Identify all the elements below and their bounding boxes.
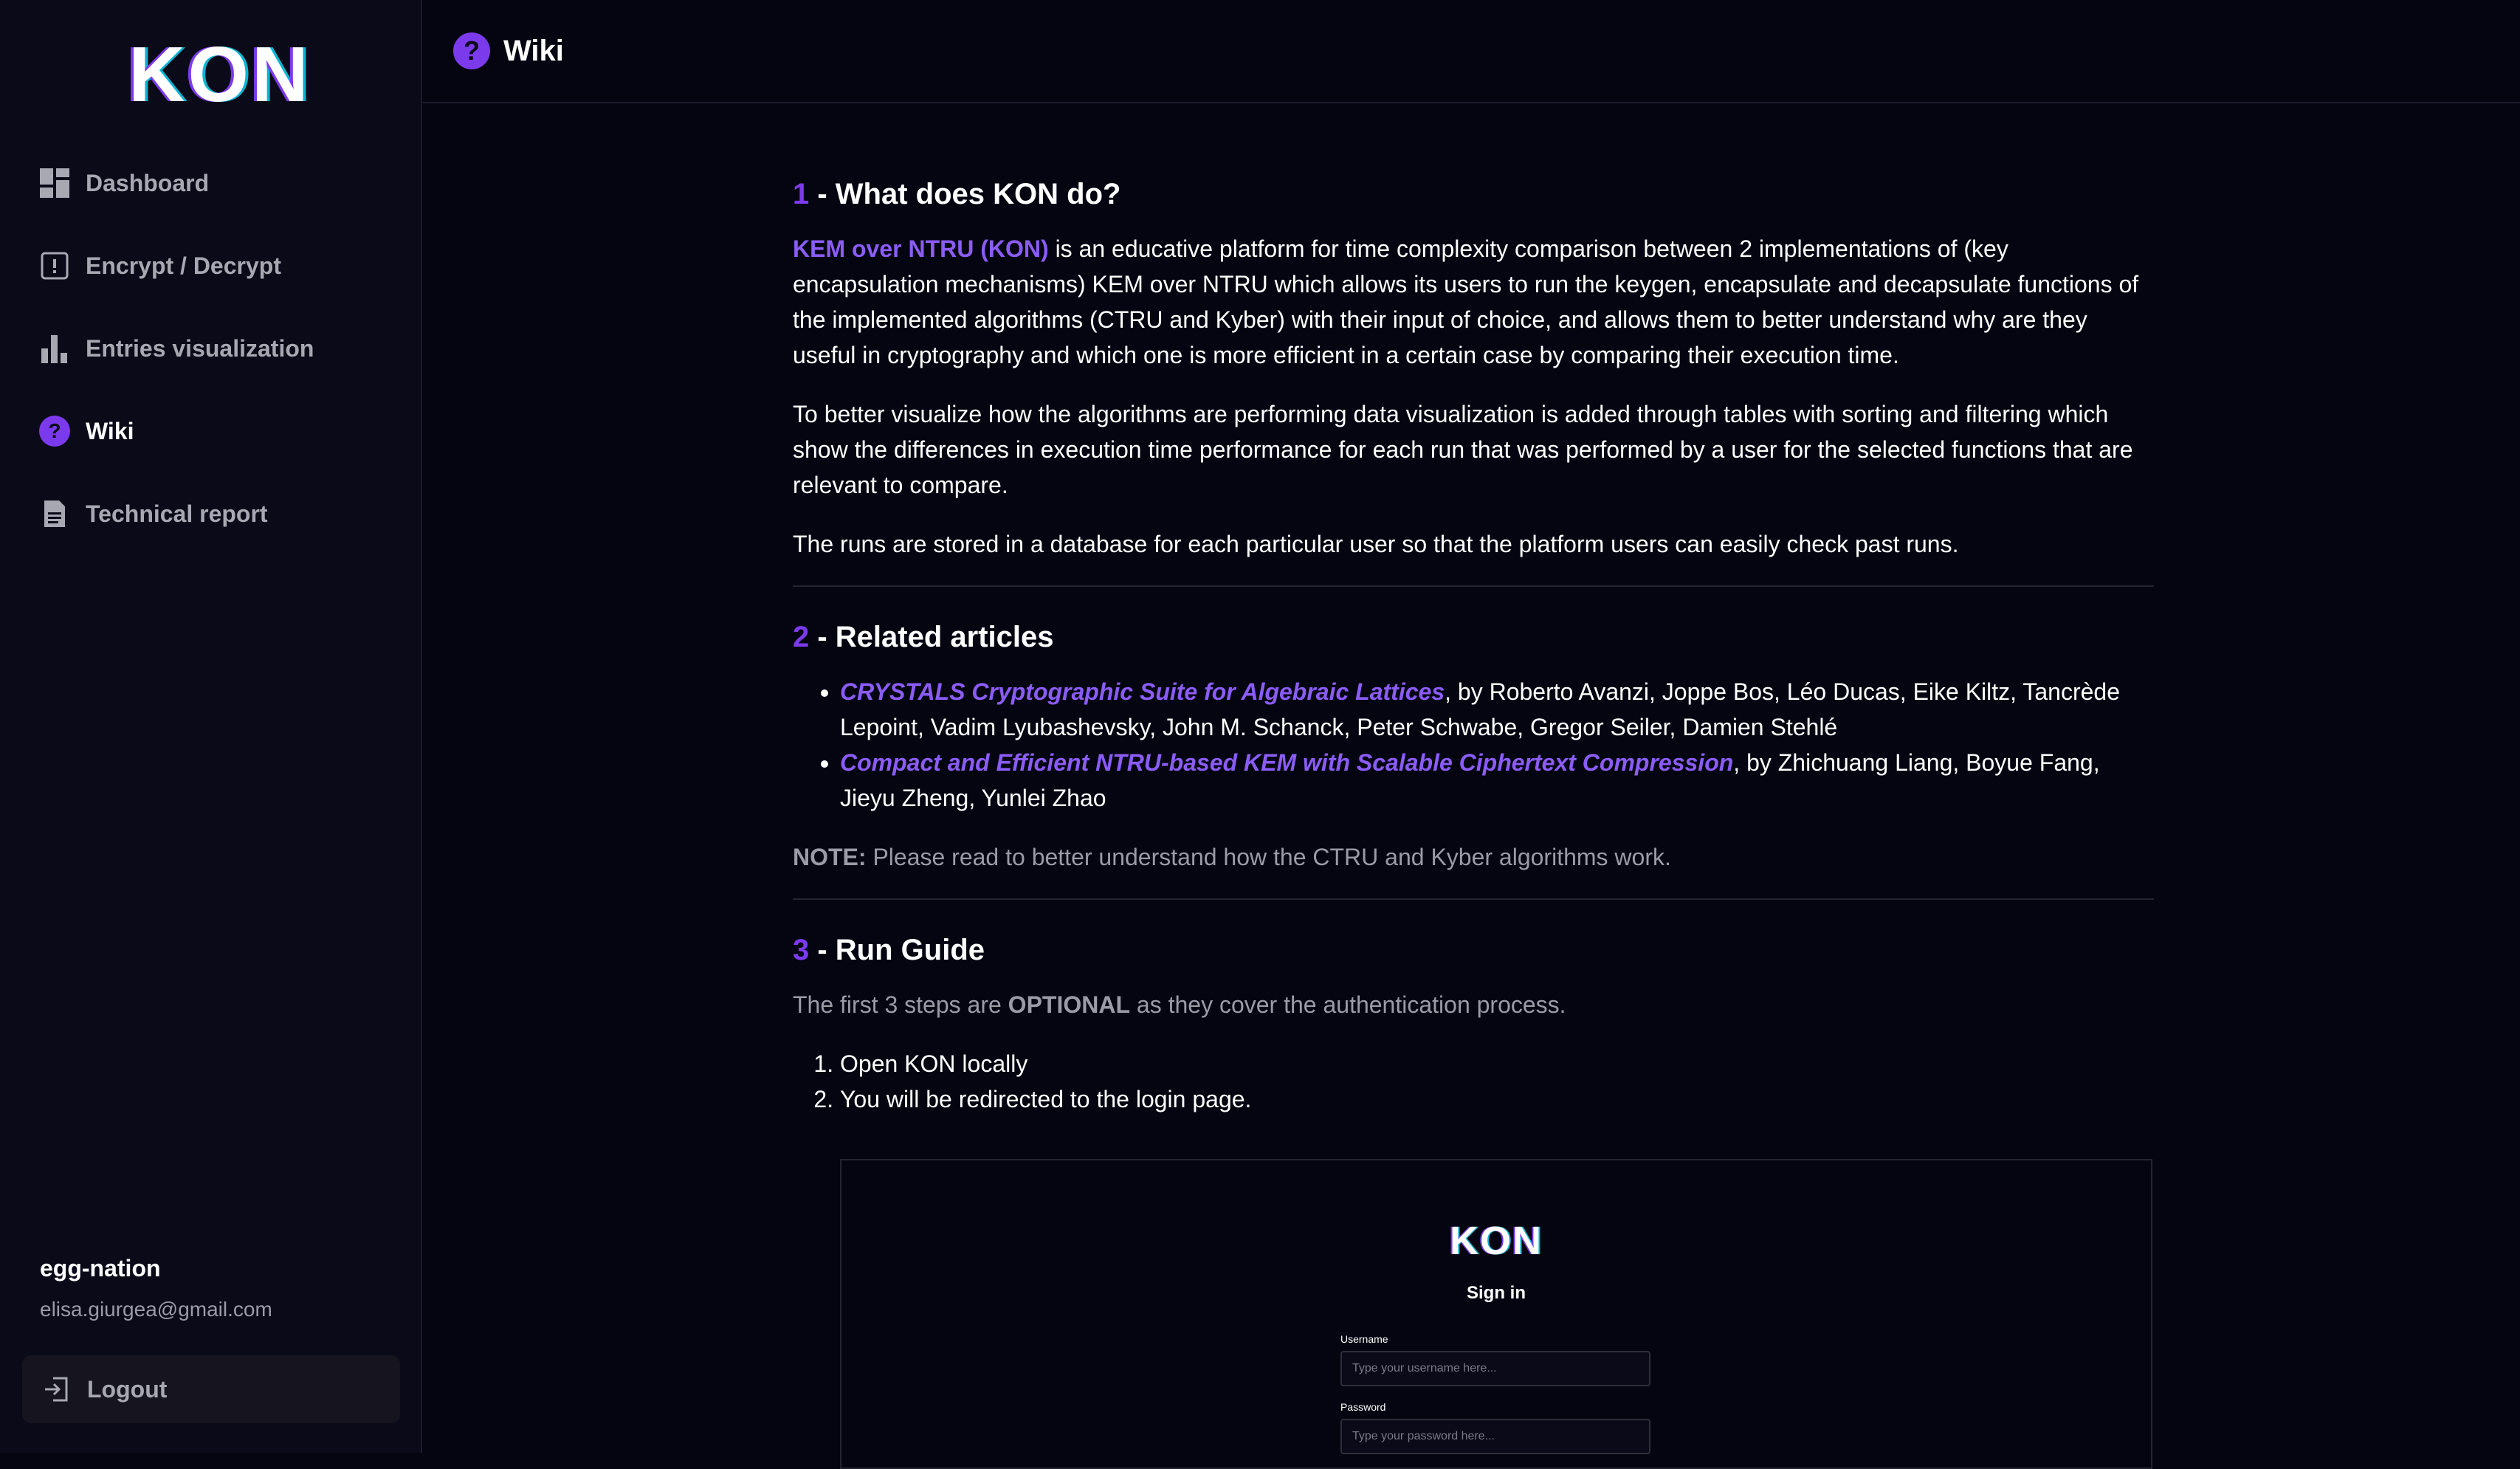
sidebar-item-label: Encrypt / Decrypt: [86, 252, 281, 279]
list-item: Open KON locally: [840, 1046, 2154, 1081]
preview-logo: KON: [1450, 1219, 1543, 1263]
divider: [793, 585, 2154, 587]
login-page-screenshot: KON Sign in Username Type your username …: [840, 1159, 2152, 1469]
sidebar-item-dashboard[interactable]: Dashboard: [38, 159, 209, 207]
logout-button[interactable]: Logout: [22, 1355, 400, 1423]
articles-list: CRYSTALS Cryptographic Suite for Algebra…: [793, 674, 2154, 816]
list-item: CRYSTALS Cryptographic Suite for Algebra…: [840, 674, 2154, 745]
app-logo[interactable]: KON: [128, 35, 311, 114]
question-circle-icon: ?: [38, 415, 71, 447]
bar-chart-icon: [38, 332, 71, 365]
preview-password-field: Type your password here...: [1340, 1419, 1650, 1454]
sidebar-item-encrypt-decrypt[interactable]: Encrypt / Decrypt: [38, 242, 281, 289]
wiki-content: 1 - What does KON do? KEM over NTRU (KON…: [793, 173, 2154, 1141]
document-icon: [38, 498, 71, 530]
sidebar: KON Dashboard Encrypt / Decrypt Entries …: [0, 0, 422, 1453]
sidebar-item-label: Entries visualization: [86, 334, 314, 362]
section-paragraph: To better visualize how the algorithms a…: [793, 401, 2133, 498]
divider: [793, 898, 2154, 900]
kon-link[interactable]: KEM over NTRU (KON): [793, 235, 1049, 262]
section-heading-what-does-kon-do: 1 - What does KON do?: [793, 178, 1121, 210]
section-heading-run-guide: 3 - Run Guide: [793, 934, 985, 966]
article-link[interactable]: Compact and Efficient NTRU-based KEM wit…: [840, 749, 1733, 776]
dashboard-icon: [38, 167, 71, 199]
preview-username-label: Username: [1340, 1333, 1388, 1345]
run-guide-steps: Open KON locally You will be redirected …: [793, 1046, 2154, 1117]
section-paragraph: KEM over NTRU (KON) is an educative plat…: [793, 235, 2139, 368]
run-guide-intro: The first 3 steps are OPTIONAL as they c…: [793, 991, 1566, 1018]
page-title: Wiki: [503, 34, 564, 67]
user-name: egg-nation: [40, 1255, 161, 1281]
preview-username-field: Type your username here...: [1340, 1351, 1650, 1386]
list-item: You will be redirected to the login page…: [840, 1081, 2154, 1117]
question-circle-icon: ?: [453, 32, 490, 69]
preview-password-label: Password: [1340, 1401, 1386, 1413]
section-paragraph: The runs are stored in a database for ea…: [793, 531, 1959, 557]
sidebar-item-label: Dashboard: [86, 169, 210, 196]
key-icon: [38, 250, 71, 282]
page-header: ? Wiki: [422, 0, 2520, 103]
list-item: Compact and Efficient NTRU-based KEM wit…: [840, 745, 2154, 816]
svg-text:?: ?: [48, 419, 61, 442]
sidebar-item-label: Wiki: [86, 417, 134, 444]
article-link[interactable]: CRYSTALS Cryptographic Suite for Algebra…: [840, 678, 1445, 705]
sidebar-item-technical-report[interactable]: Technical report: [38, 490, 268, 537]
sidebar-item-wiki[interactable]: ? Wiki: [38, 407, 134, 455]
user-email: elisa.giurgea@gmail.com: [40, 1298, 272, 1321]
preview-signin-title: Sign in: [1467, 1283, 1526, 1303]
sidebar-item-label: Technical report: [86, 500, 268, 527]
note: NOTE: Please read to better understand h…: [793, 844, 1671, 870]
section-heading-related-articles: 2 - Related articles: [793, 621, 1054, 653]
logout-icon: [40, 1373, 72, 1406]
sidebar-item-entries-visualization[interactable]: Entries visualization: [38, 325, 314, 372]
logout-label: Logout: [87, 1375, 168, 1403]
